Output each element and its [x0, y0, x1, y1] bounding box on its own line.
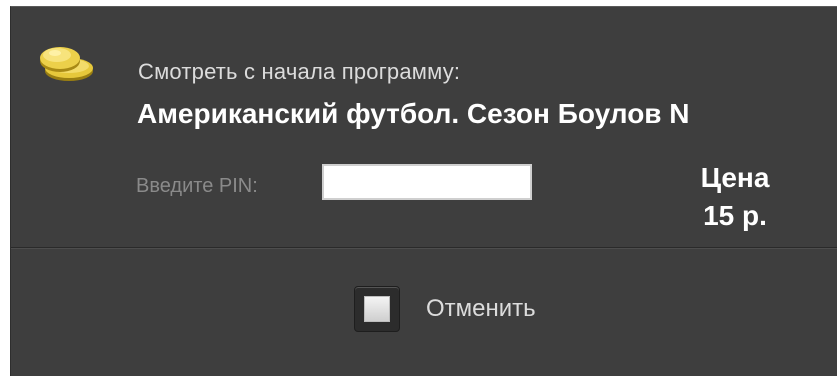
divider: [11, 247, 837, 249]
program-title: Американский футбол. Сезон Боулов N: [137, 98, 690, 129]
pin-label: Введите PIN:: [136, 175, 258, 197]
price-label: Цена: [700, 162, 770, 193]
cancel-label: Отменить: [426, 295, 536, 322]
cancel-button[interactable]: Отменить: [354, 283, 536, 335]
coins-icon: [33, 41, 99, 87]
prompt-text: Смотреть с начала программу:: [138, 59, 461, 84]
pin-input[interactable]: [322, 164, 532, 200]
price-value: 15 р.: [703, 200, 767, 231]
pay-per-view-dialog: Смотреть с начала программу: Американски…: [10, 6, 837, 376]
stop-icon: [354, 286, 400, 332]
price-block: Цена 15 р.: [675, 159, 795, 235]
